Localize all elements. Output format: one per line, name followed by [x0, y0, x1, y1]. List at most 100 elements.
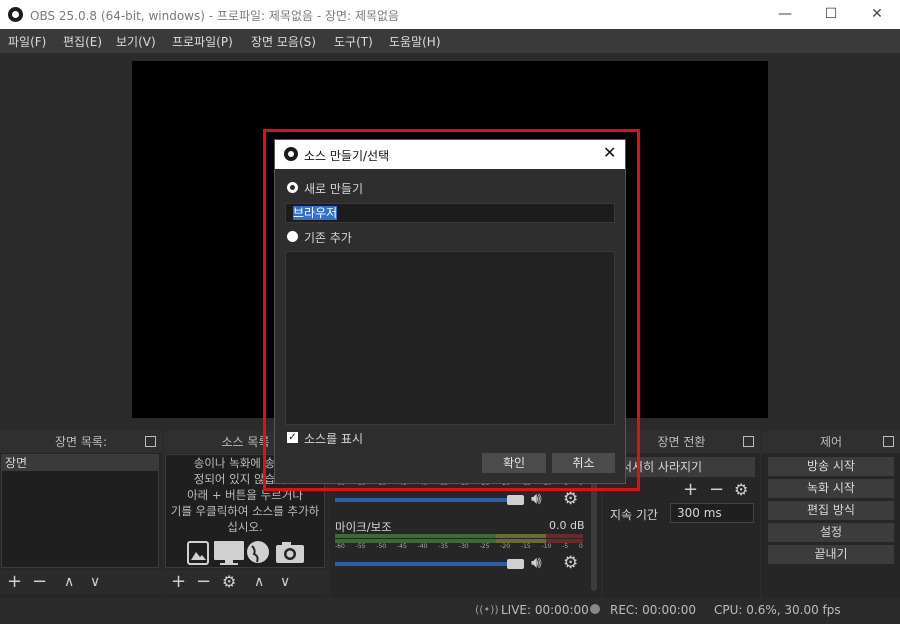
globe-icon — [247, 541, 269, 563]
start-recording-button[interactable]: 녹화 시작 — [768, 479, 894, 498]
controls-dock: 제어 방송 시작 녹화 시작 편집 방식 설정 끝내기 — [762, 431, 900, 598]
scale-label: -45 — [396, 543, 407, 550]
menu-view[interactable]: 보기(V) — [116, 33, 156, 50]
menu-help[interactable]: 도움말(H) — [389, 33, 441, 50]
scale-label: -15 — [520, 543, 531, 550]
speaker-icon[interactable]: 🔊︎ — [531, 489, 542, 509]
scale-label: -10 — [541, 543, 552, 550]
source-name-value: 브라우저 — [293, 206, 338, 220]
menu-profile[interactable]: 프로파일(P) — [172, 33, 233, 50]
minimize-button[interactable]: — — [762, 0, 808, 29]
duration-spinbox[interactable]: 300 ms — [670, 503, 754, 523]
float-dock-icon[interactable] — [883, 436, 894, 447]
status-bar: ((•)) LIVE: 00:00:00 REC: 00:00:00 CPU: … — [0, 598, 900, 624]
scenes-dock: 장면 목록: 장면 + − ∧ ∨ — [0, 431, 162, 598]
create-select-source-dialog: 소스 만들기/선택 ✕ 새로 만들기 브라우저 기존 추가 ✓ 소스를 표시 확… — [274, 139, 626, 484]
float-dock-icon[interactable] — [145, 436, 156, 447]
show-source-checkbox[interactable]: ✓ — [287, 432, 298, 443]
menu-scene-collection[interactable]: 장면 모음(S) — [251, 33, 316, 50]
rec-dot-icon — [590, 604, 600, 614]
live-status: LIVE: 00:00:00 — [501, 603, 589, 617]
dialog-close-icon[interactable]: ✕ — [603, 143, 616, 162]
remove-icon[interactable]: − — [32, 570, 47, 594]
broadcast-icon: ((•)) — [475, 603, 499, 616]
remove-icon[interactable]: − — [196, 570, 211, 594]
speaker-icon[interactable]: 🔊︎ — [531, 553, 542, 573]
obs-logo-icon — [8, 7, 23, 22]
menu-edit[interactable]: 편집(E) — [63, 33, 102, 50]
scale-label: -40 — [417, 543, 428, 550]
menu-file[interactable]: 파일(F) — [8, 33, 46, 50]
exit-button[interactable]: 끝내기 — [768, 545, 894, 564]
source-name-input[interactable]: 브라우저 — [285, 203, 615, 223]
close-button[interactable]: ✕ — [854, 0, 900, 29]
studio-mode-button[interactable]: 편집 방식 — [768, 501, 894, 520]
monitor-icon — [214, 541, 244, 565]
scenes-dock-title: 장면 목록: — [54, 435, 108, 449]
existing-sources-list[interactable] — [285, 251, 615, 425]
scale-label: -60 — [335, 543, 345, 550]
gear-icon[interactable]: ⚙ — [734, 480, 748, 499]
window-title: OBS 25.0.8 (64-bit, windows) - 프로파일: 제목없… — [30, 9, 400, 23]
title-bar: OBS 25.0.8 (64-bit, windows) - 프로파일: 제목없… — [0, 0, 900, 29]
add-existing-radio[interactable] — [287, 231, 298, 242]
empty-hint-line: 십시오. — [227, 520, 263, 534]
menu-tools[interactable]: 도구(T) — [334, 33, 373, 50]
source-type-icons — [187, 541, 304, 565]
remove-icon[interactable]: − — [709, 479, 724, 500]
start-streaming-button[interactable]: 방송 시작 — [768, 457, 894, 476]
gear-icon[interactable]: ⚙ — [563, 489, 578, 509]
volume-slider-handle[interactable] — [507, 559, 524, 569]
mic-aux-db: 0.0 dB — [549, 519, 585, 532]
image-icon — [187, 541, 209, 565]
sources-toolbar: + − ⚙ ∧ ∨ — [164, 570, 327, 594]
empty-hint-line: 기를 우클릭하여 소스를 추가하 — [170, 504, 320, 518]
mic-aux-label: 마이크/보조 — [335, 520, 392, 534]
move-up-icon[interactable]: ∧ — [64, 570, 74, 594]
scale-label: -20 — [500, 543, 511, 550]
move-up-icon[interactable]: ∧ — [254, 570, 264, 594]
add-icon[interactable]: + — [171, 570, 186, 594]
move-down-icon[interactable]: ∨ — [280, 570, 290, 594]
transitions-dock-title: 장면 전환 — [657, 435, 706, 449]
volume-slider-handle[interactable] — [507, 495, 524, 505]
create-new-label: 새로 만들기 — [304, 182, 364, 196]
mic-volume-slider[interactable] — [335, 562, 517, 566]
settings-button[interactable]: 설정 — [768, 523, 894, 542]
cancel-button[interactable]: 취소 — [552, 453, 615, 473]
scale-label: 0 — [579, 543, 583, 550]
ok-button[interactable]: 확인 — [482, 453, 546, 473]
gear-icon[interactable]: ⚙ — [563, 553, 578, 573]
float-dock-icon[interactable] — [743, 436, 754, 447]
scale-label: -5 — [562, 543, 569, 550]
dialog-title-bar: 소스 만들기/선택 ✕ — [275, 140, 625, 169]
controls-dock-title: 제어 — [819, 435, 843, 449]
duration-value: 300 ms — [677, 506, 722, 520]
move-down-icon[interactable]: ∨ — [90, 570, 100, 594]
mic-level-meter — [335, 534, 583, 538]
scene-list[interactable]: 장면 — [1, 454, 159, 568]
maximize-button[interactable]: ☐ — [808, 0, 854, 29]
create-new-radio[interactable] — [287, 182, 298, 193]
obs-logo-icon — [284, 147, 298, 161]
scale-label: -30 — [458, 543, 469, 550]
cpu-status: CPU: 0.6%, 30.00 fps — [714, 603, 841, 617]
show-source-label: 소스를 표시 — [304, 432, 364, 446]
scale-label: -55 — [355, 543, 366, 550]
scale-label: -25 — [479, 543, 490, 550]
dialog-title: 소스 만들기/선택 — [304, 149, 390, 163]
add-icon[interactable]: + — [683, 479, 698, 500]
duration-label: 지속 기간 — [610, 508, 658, 522]
scale-ticks: -60-55-50-45-40-35-30-25-20-15-10-50 — [335, 543, 583, 550]
controls-dock-header: 제어 — [762, 431, 900, 453]
camera-icon — [276, 542, 304, 563]
scale-label: -50 — [376, 543, 387, 550]
scenes-dock-header: 장면 목록: — [0, 431, 162, 453]
rec-status: REC: 00:00:00 — [610, 603, 697, 617]
desktop-audio-volume-slider[interactable] — [335, 498, 517, 502]
scale-label: -35 — [438, 543, 449, 550]
add-icon[interactable]: + — [7, 570, 22, 594]
add-existing-label: 기존 추가 — [304, 231, 352, 245]
list-item[interactable]: 장면 — [2, 455, 158, 471]
gear-icon[interactable]: ⚙ — [222, 570, 236, 594]
